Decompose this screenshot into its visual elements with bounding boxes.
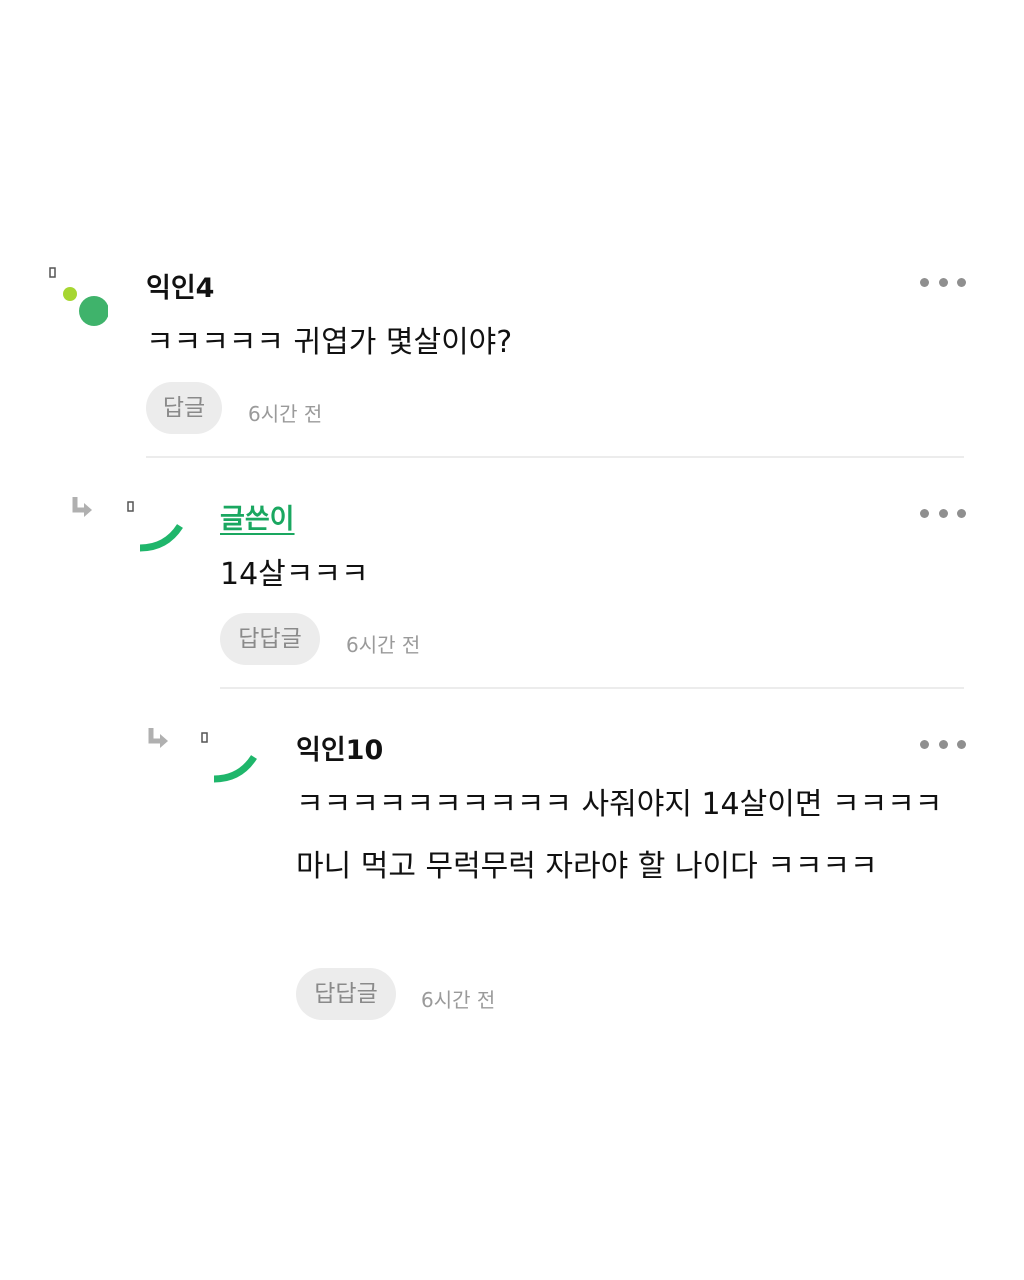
reply-button[interactable]: 답답글 xyxy=(220,613,320,665)
comment-text: 14살ㅋㅋㅋ xyxy=(220,557,369,592)
divider xyxy=(146,456,964,458)
comment-author[interactable]: 익인10 xyxy=(296,728,383,767)
divider xyxy=(220,687,964,689)
more-dots-icon xyxy=(920,277,929,287)
avatar[interactable] xyxy=(44,262,108,326)
avatar[interactable] xyxy=(122,494,186,558)
comment-timestamp: 6시간 전 xyxy=(421,988,496,1012)
reply-button[interactable]: 답글 xyxy=(146,382,222,434)
comment-text: ㅋㅋㅋㅋㅋㅋㅋㅋㅋㅋ 사줘야지 14살이면 ㅋㅋㅋㅋ 마니 먹고 무럭무럭 자라… xyxy=(296,787,943,884)
more-dots-icon xyxy=(920,739,929,749)
more-options-button[interactable] xyxy=(920,501,966,525)
reply-button[interactable]: 답답글 xyxy=(296,968,396,1020)
reply-arrow-icon xyxy=(72,497,92,517)
more-dots-icon xyxy=(920,508,929,518)
comment-text: ㅋㅋㅋㅋㅋ 귀엽가 몇살이야? xyxy=(146,325,513,360)
comment-timestamp: 6시간 전 xyxy=(248,402,323,426)
more-options-button[interactable] xyxy=(920,270,966,294)
comment-author-op[interactable]: 글쓴이 xyxy=(220,497,295,536)
more-options-button[interactable] xyxy=(920,732,966,756)
reply-arrow-icon xyxy=(148,728,168,748)
comment-author[interactable]: 익인4 xyxy=(146,266,214,305)
avatar[interactable] xyxy=(196,725,260,789)
comment-timestamp: 6시간 전 xyxy=(346,633,421,657)
